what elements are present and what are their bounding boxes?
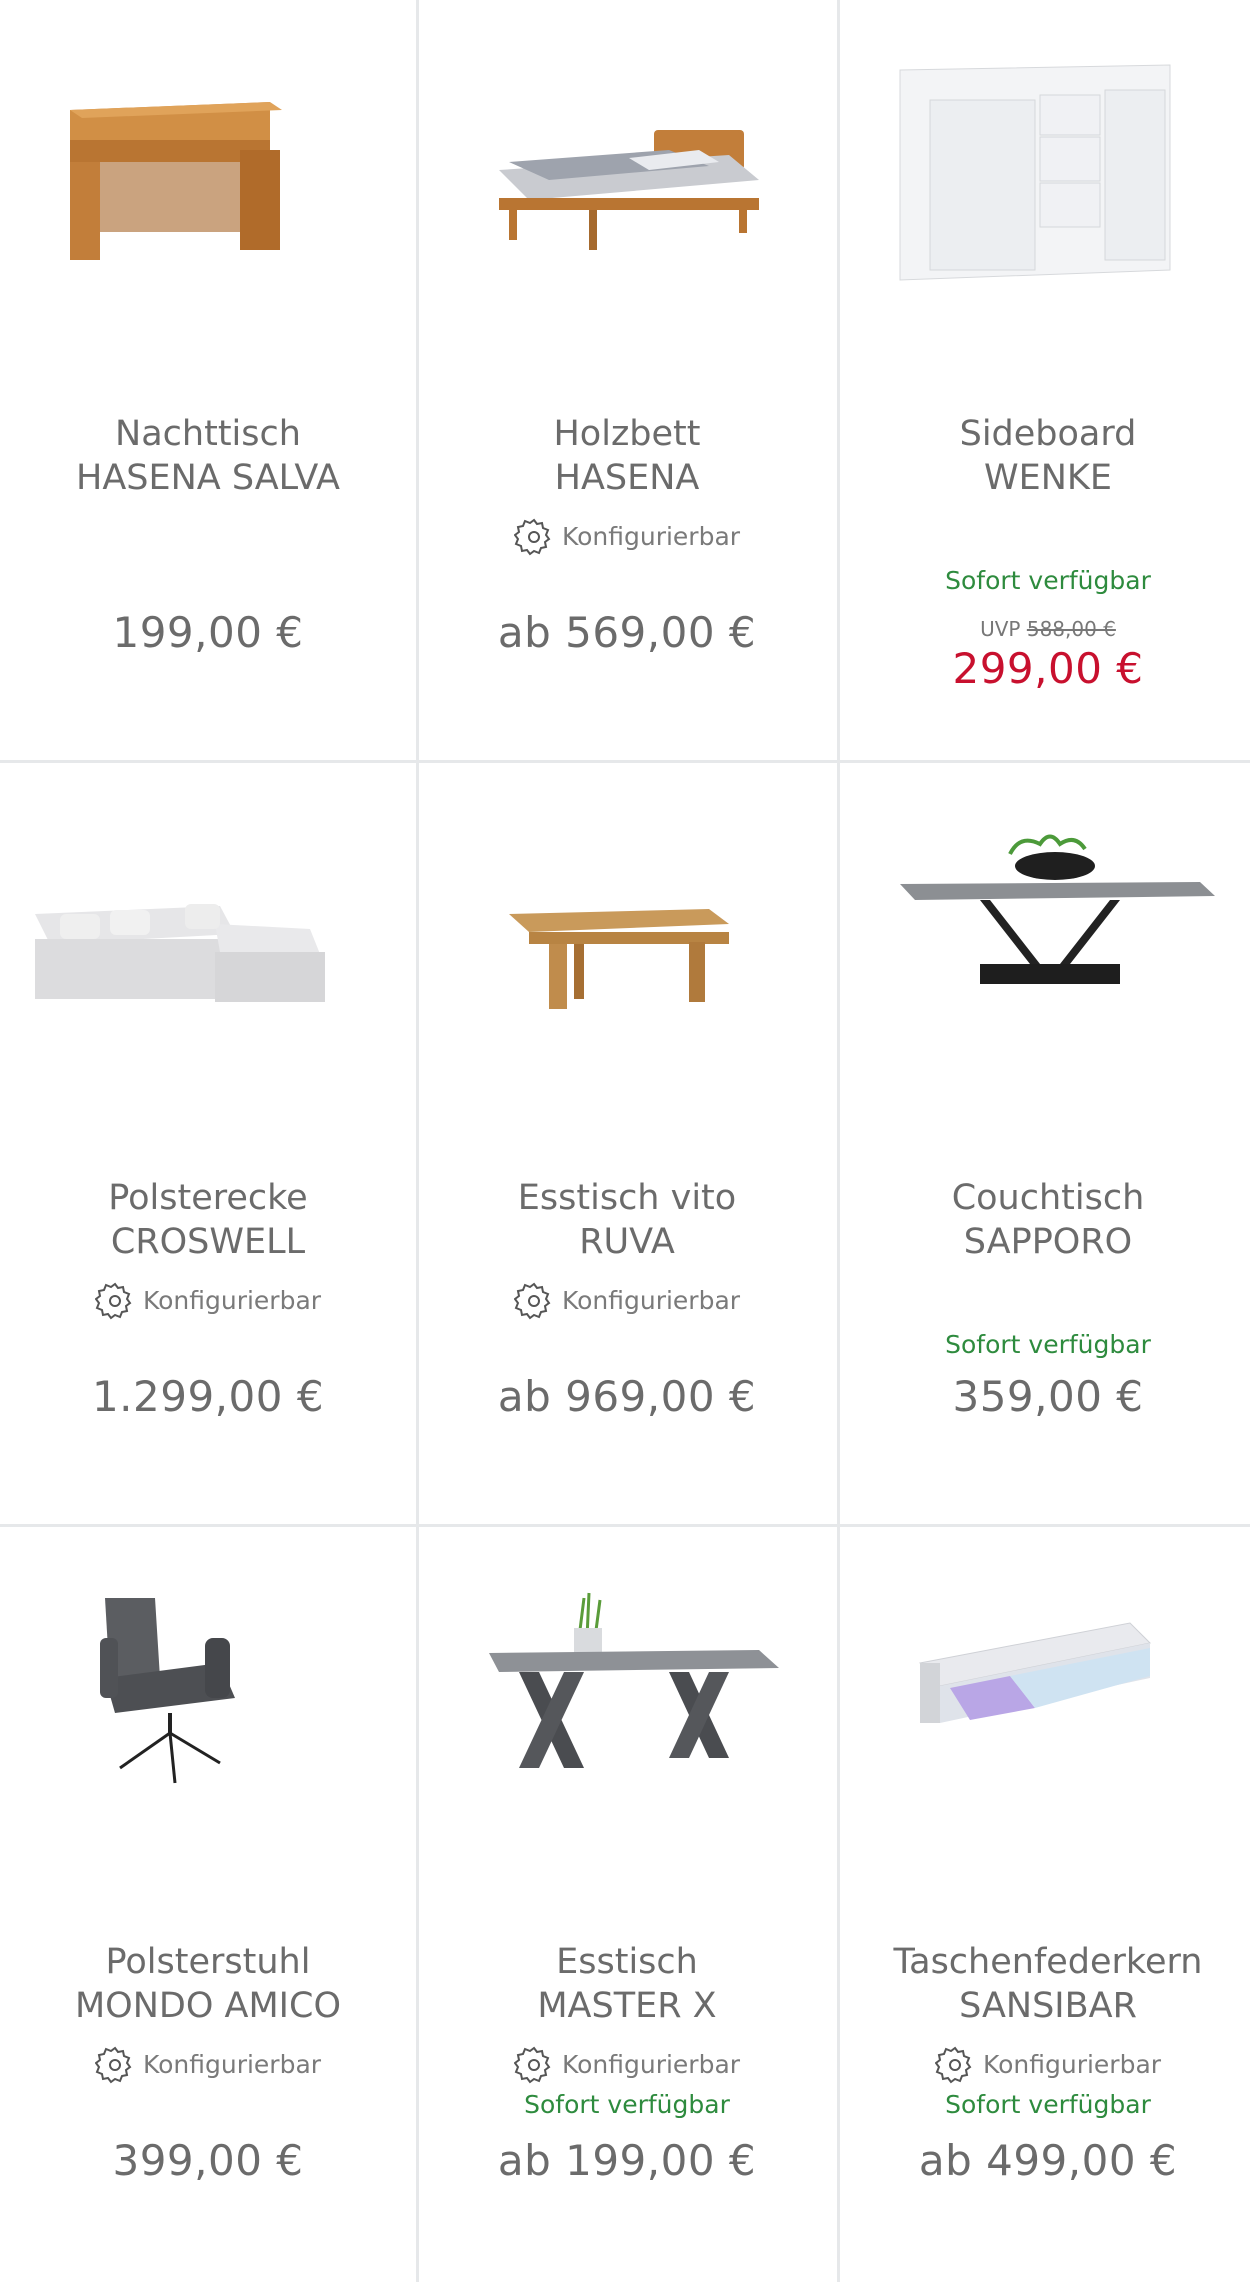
sale-price: 299,00 € [952,644,1144,693]
dining-table-image[interactable] [439,804,815,1084]
configurable-label: Konfigurierbar [982,2049,1162,2079]
bed-image[interactable] [439,40,815,320]
x-table-image[interactable] [439,1568,815,1848]
product-card[interactable]: Holzbett HASENA Konfigurierbar ab 569,00… [419,0,835,764]
product-card[interactable]: Esstisch vito RUVA Konfigurierbar ab 969… [419,764,835,1528]
sofa-image[interactable] [20,804,396,1084]
availability-label: Sofort verfügbar [945,1330,1151,1359]
product-title[interactable]: Couchtisch SAPPORO [840,1176,1250,1264]
product-title[interactable]: Nachttisch HASENA SALVA [0,412,416,500]
configurable-label: Konfigurierbar [561,1285,741,1315]
product-price: 399,00 € [112,2136,304,2185]
product-price: ab 199,00 € [497,2136,757,2185]
configurable-badge: Konfigurierbar [0,1280,416,1320]
configurable-badge: Konfigurierbar [419,2044,835,2084]
configurable-label: Konfigurierbar [142,1285,322,1315]
product-price: ab 969,00 € [497,1372,757,1421]
configurable-label: Konfigurierbar [142,2049,322,2079]
product-title[interactable]: Taschenfederkern SANSIBAR [840,1940,1250,2028]
product-price: ab 499,00 € [918,2136,1178,2185]
coffee-table-image[interactable] [860,804,1236,1084]
gear-icon [94,1282,132,1320]
configurable-label: Konfigurierbar [561,2049,741,2079]
configurable-badge: Konfigurierbar [419,1280,835,1320]
product-card[interactable]: Couchtisch SAPPORO Sofort verfügbar 359,… [840,764,1250,1528]
product-card[interactable]: Esstisch MASTER X Konfigurierbar Sofort … [419,1528,835,2292]
availability-label: Sofort verfügbar [945,566,1151,595]
product-title[interactable]: Polsterstuhl MONDO AMICO [0,1940,416,2028]
chair-image[interactable] [20,1568,396,1848]
product-card[interactable]: Polsterstuhl MONDO AMICO Konfigurierbar … [0,1528,416,2292]
sideboard-image[interactable] [860,40,1236,320]
product-title[interactable]: Sideboard WENKE [840,412,1250,500]
product-title[interactable]: Holzbett HASENA [419,412,835,500]
product-grid: Nachttisch HASENA SALVA 199,00 € Holzbet… [0,0,1250,2282]
nightstand-image[interactable] [20,40,396,320]
gear-icon [513,518,551,556]
uvp-price: UVP 588,00 € [980,617,1116,641]
availability-label: Sofort verfügbar [945,2090,1151,2119]
gear-icon [934,2046,972,2084]
configurable-badge: Konfigurierbar [0,2044,416,2084]
product-card[interactable]: Polsterecke CROSWELL Konfigurierbar 1.29… [0,764,416,1528]
gear-icon [513,1282,551,1320]
availability-label: Sofort verfügbar [524,2090,730,2119]
gear-icon [513,2046,551,2084]
mattress-image[interactable] [860,1568,1236,1848]
product-title[interactable]: Esstisch MASTER X [419,1940,835,2028]
product-price: 359,00 € [952,1372,1144,1421]
product-card[interactable]: Taschenfederkern SANSIBAR Konfigurierbar… [840,1528,1250,2292]
configurable-badge: Konfigurierbar [419,516,835,556]
configurable-badge: Konfigurierbar [840,2044,1250,2084]
product-card[interactable]: Sideboard WENKE Sofort verfügbar UVP 588… [840,0,1250,764]
product-price: 1.299,00 € [91,1372,325,1421]
product-price: 199,00 € [112,608,304,657]
product-title[interactable]: Esstisch vito RUVA [419,1176,835,1264]
gear-icon [94,2046,132,2084]
configurable-label: Konfigurierbar [561,521,741,551]
product-card[interactable]: Nachttisch HASENA SALVA 199,00 € [0,0,416,764]
product-price: ab 569,00 € [497,608,757,657]
product-title[interactable]: Polsterecke CROSWELL [0,1176,416,1264]
